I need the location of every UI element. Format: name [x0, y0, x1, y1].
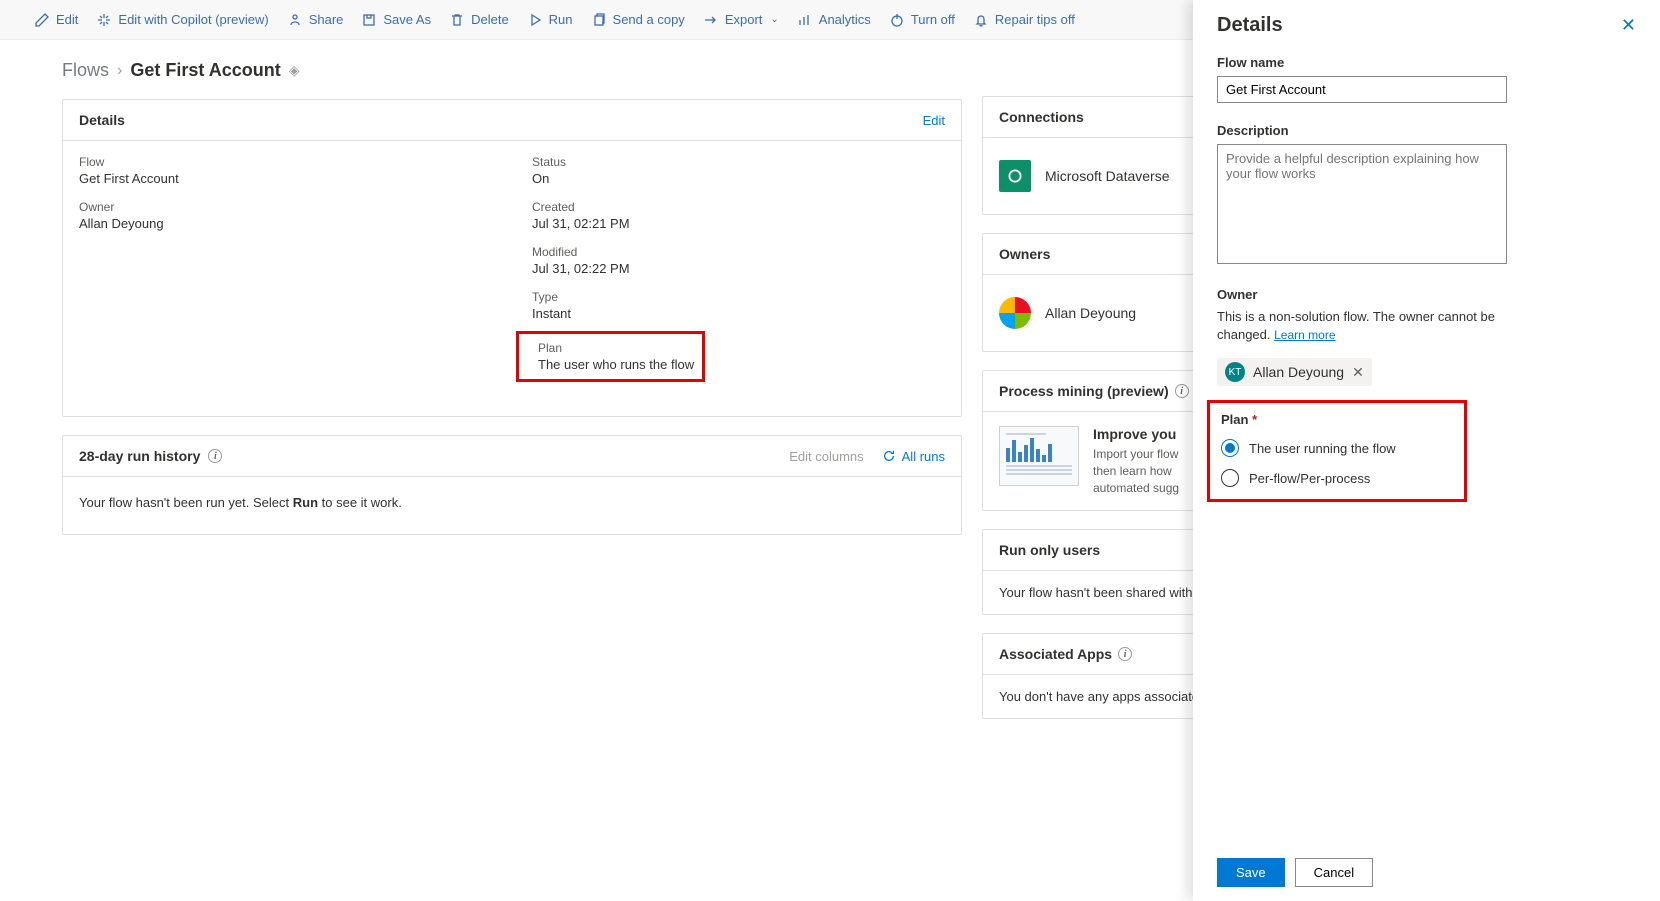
refresh-icon: [882, 449, 896, 463]
learn-more-link[interactable]: Learn more: [1274, 328, 1335, 342]
modified-label: Modified: [532, 245, 945, 259]
history-empty-text: Your flow hasn't been run yet. Select Ru…: [63, 477, 961, 534]
toolbar-share-label: Share: [309, 12, 344, 27]
info-icon[interactable]: i: [208, 449, 222, 463]
toolbar-share[interactable]: Share: [287, 12, 344, 28]
toolbar-analytics[interactable]: Analytics: [797, 12, 871, 28]
owner-name: Allan Deyoung: [1045, 305, 1136, 321]
status-label: Status: [532, 155, 945, 169]
sparkle-icon: [96, 12, 112, 28]
toolbar-saveas-label: Save As: [383, 12, 431, 27]
owner-note-text: This is a non-solution flow. The owner c…: [1217, 309, 1495, 342]
toolbar-turnoff[interactable]: Turn off: [889, 12, 955, 28]
owner-avatar-icon: [999, 297, 1031, 329]
chevron-down-icon: ⌄: [770, 14, 778, 25]
all-runs-link[interactable]: All runs: [882, 449, 945, 464]
created-value: Jul 31, 02:21 PM: [532, 216, 945, 231]
dataverse-icon: [999, 160, 1031, 192]
process-mining-thumb: [999, 426, 1079, 486]
copy-icon: [591, 12, 607, 28]
flow-value: Get First Account: [79, 171, 492, 186]
toolbar-sendcopy-label: Send a copy: [613, 12, 685, 27]
highlight-plan-panel-box: [1207, 400, 1467, 502]
toolbar-turnoff-label: Turn off: [911, 12, 955, 27]
history-title: 28-day run history: [79, 448, 200, 464]
owner-chip: KT Allan Deyoung ✕: [1217, 358, 1372, 386]
toolbar-saveas[interactable]: Save As: [361, 12, 431, 28]
description-textarea[interactable]: [1217, 144, 1507, 264]
pm-line1: Import your flow: [1093, 447, 1178, 461]
play-icon: [527, 12, 543, 28]
toolbar-edit-copilot-label: Edit with Copilot (preview): [118, 12, 268, 27]
toolbar-sendcopy[interactable]: Send a copy: [591, 12, 685, 28]
panel-title: Details: [1217, 14, 1283, 37]
chart-icon: [797, 12, 813, 28]
toolbar-run-label: Run: [549, 12, 573, 27]
connection-label: Microsoft Dataverse: [1045, 168, 1169, 184]
details-panel: Details ✕ Flow name Description Owner Th…: [1193, 0, 1660, 901]
flow-label: Flow: [79, 155, 492, 169]
owner-value: Allan Deyoung: [79, 216, 492, 231]
breadcrumb-root[interactable]: Flows: [62, 60, 109, 81]
associated-apps-title: Associated Apps: [999, 646, 1112, 662]
breadcrumb: Flows › Get First Account ◈: [62, 60, 962, 81]
toolbar-delete-label: Delete: [471, 12, 509, 27]
created-label: Created: [532, 200, 945, 214]
toolbar-edit-label: Edit: [56, 12, 78, 27]
power-icon: [889, 12, 905, 28]
owner-chip-avatar: KT: [1225, 362, 1245, 382]
save-button[interactable]: Save: [1217, 858, 1285, 887]
details-card: Details Edit Flow Get First Account Owne…: [62, 99, 962, 417]
breadcrumb-current: Get First Account: [130, 60, 280, 81]
bell-icon: [973, 12, 989, 28]
close-icon[interactable]: ✕: [1621, 15, 1636, 36]
save-icon: [361, 12, 377, 28]
export-icon: [703, 12, 719, 28]
trash-icon: [449, 12, 465, 28]
toolbar-edit-copilot[interactable]: Edit with Copilot (preview): [96, 12, 268, 28]
flowname-label: Flow name: [1217, 55, 1636, 70]
description-label: Description: [1217, 123, 1636, 138]
toolbar-run[interactable]: Run: [527, 12, 573, 28]
status-value: On: [532, 171, 945, 186]
process-mining-title: Process mining (preview): [999, 383, 1169, 399]
toolbar-repairtips-label: Repair tips off: [995, 12, 1075, 27]
process-mining-heading: Improve you: [1093, 426, 1179, 442]
chevron-right-icon: ›: [117, 62, 122, 80]
toolbar-edit[interactable]: Edit: [34, 12, 78, 28]
highlight-plan-box: [516, 331, 705, 382]
pm-line3: automated sugg: [1093, 481, 1179, 495]
owner-section-label: Owner: [1217, 287, 1636, 302]
info-icon[interactable]: i: [1118, 647, 1132, 661]
owner-chip-remove-icon[interactable]: ✕: [1352, 364, 1364, 381]
type-label: Type: [532, 290, 945, 304]
info-icon[interactable]: i: [1175, 384, 1189, 398]
toolbar-delete[interactable]: Delete: [449, 12, 509, 28]
toolbar-export-label: Export: [725, 12, 763, 27]
premium-icon: ◈: [289, 62, 300, 79]
details-edit-link[interactable]: Edit: [923, 113, 945, 128]
history-empty-b: Run: [293, 495, 318, 510]
history-empty-a: Your flow hasn't been run yet. Select: [79, 495, 293, 510]
modified-value: Jul 31, 02:22 PM: [532, 261, 945, 276]
edit-columns[interactable]: Edit columns: [789, 449, 863, 464]
owner-chip-name: Allan Deyoung: [1253, 364, 1344, 380]
run-history-card: 28-day run history i Edit columns All ru…: [62, 435, 962, 535]
toolbar-export[interactable]: Export ⌄: [703, 12, 779, 28]
cancel-button[interactable]: Cancel: [1295, 858, 1373, 887]
all-runs-label: All runs: [902, 449, 945, 464]
pencil-icon: [34, 12, 50, 28]
owner-label: Owner: [79, 200, 492, 214]
details-card-title: Details: [79, 112, 125, 128]
flowname-input[interactable]: [1217, 76, 1507, 103]
share-icon: [287, 12, 303, 28]
history-empty-c: to see it work.: [318, 495, 402, 510]
type-value: Instant: [532, 306, 945, 321]
pm-line2: then learn how: [1093, 464, 1172, 478]
toolbar-repairtips[interactable]: Repair tips off: [973, 12, 1075, 28]
toolbar-analytics-label: Analytics: [819, 12, 871, 27]
